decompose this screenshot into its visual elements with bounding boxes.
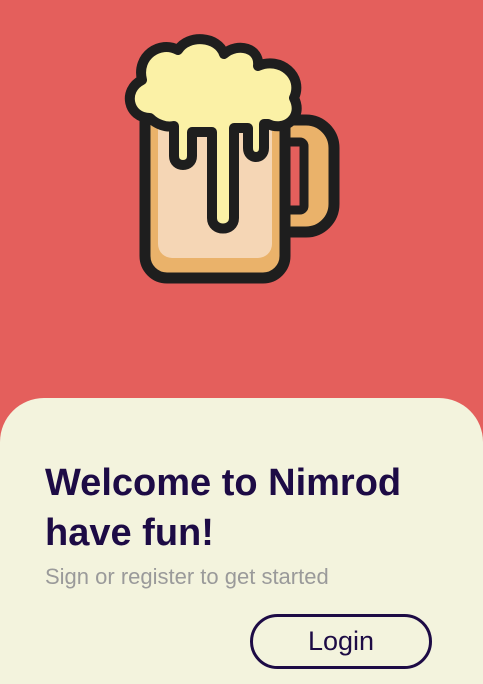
- welcome-title-line1: Welcome to Nimrod: [45, 462, 402, 504]
- welcome-subtitle: Sign or register to get started: [45, 564, 329, 589]
- login-button[interactable]: Login: [250, 614, 432, 669]
- welcome-screen: Welcome to Nimrod have fun! Sign or regi…: [0, 0, 483, 684]
- welcome-title: Welcome to Nimrod have fun!: [45, 458, 465, 558]
- hero-section: [0, 0, 483, 400]
- beer-mug-icon: [124, 34, 340, 284]
- welcome-title-line2: have fun!: [45, 512, 214, 554]
